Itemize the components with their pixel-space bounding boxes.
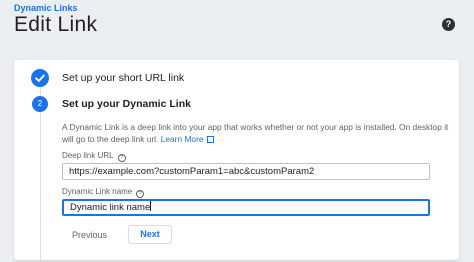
info-icon[interactable]: ? [136,190,145,198]
page-header: Dynamic Links Edit Link ? [0,0,474,44]
deep-link-label: Deep link URL? [62,151,126,162]
breadcrumb[interactable]: Dynamic Links [14,3,78,13]
text-caret [150,201,152,211]
dynamic-link-name-input[interactable]: Dynamic link name [62,199,430,216]
dynamic-link-name-value: Dynamic link name [70,202,151,213]
page-title: Edit Link [14,13,98,36]
link-name-label-text: Dynamic Link name [62,187,133,196]
step-2-description: A Dynamic Link is a deep link into your … [62,121,452,145]
deep-link-label-text: Deep link URL [62,151,114,160]
description-text: A Dynamic Link is a deep link into your … [62,122,449,144]
info-icon[interactable]: ? [117,154,126,162]
deep-link-url-value: https://example.com?customParam1=abc&cus… [69,166,315,177]
step-2-title: Set up your Dynamic Link [62,98,191,110]
external-link-icon[interactable] [206,136,214,143]
help-icon[interactable]: ? [442,18,455,31]
previous-button[interactable]: Previous [72,226,107,244]
deep-link-url-input[interactable]: https://example.com?customParam1=abc&cus… [62,163,430,180]
next-button[interactable]: Next [128,225,172,244]
check-icon [31,69,49,87]
step-2-number: 2 [32,96,48,112]
step-1-title[interactable]: Set up your short URL link [62,72,184,84]
link-name-label: Dynamic Link name? [62,187,145,198]
stepper-card: Set up your short URL link 2 Set up your… [14,60,459,262]
learn-more-link[interactable]: Learn More [161,134,204,144]
